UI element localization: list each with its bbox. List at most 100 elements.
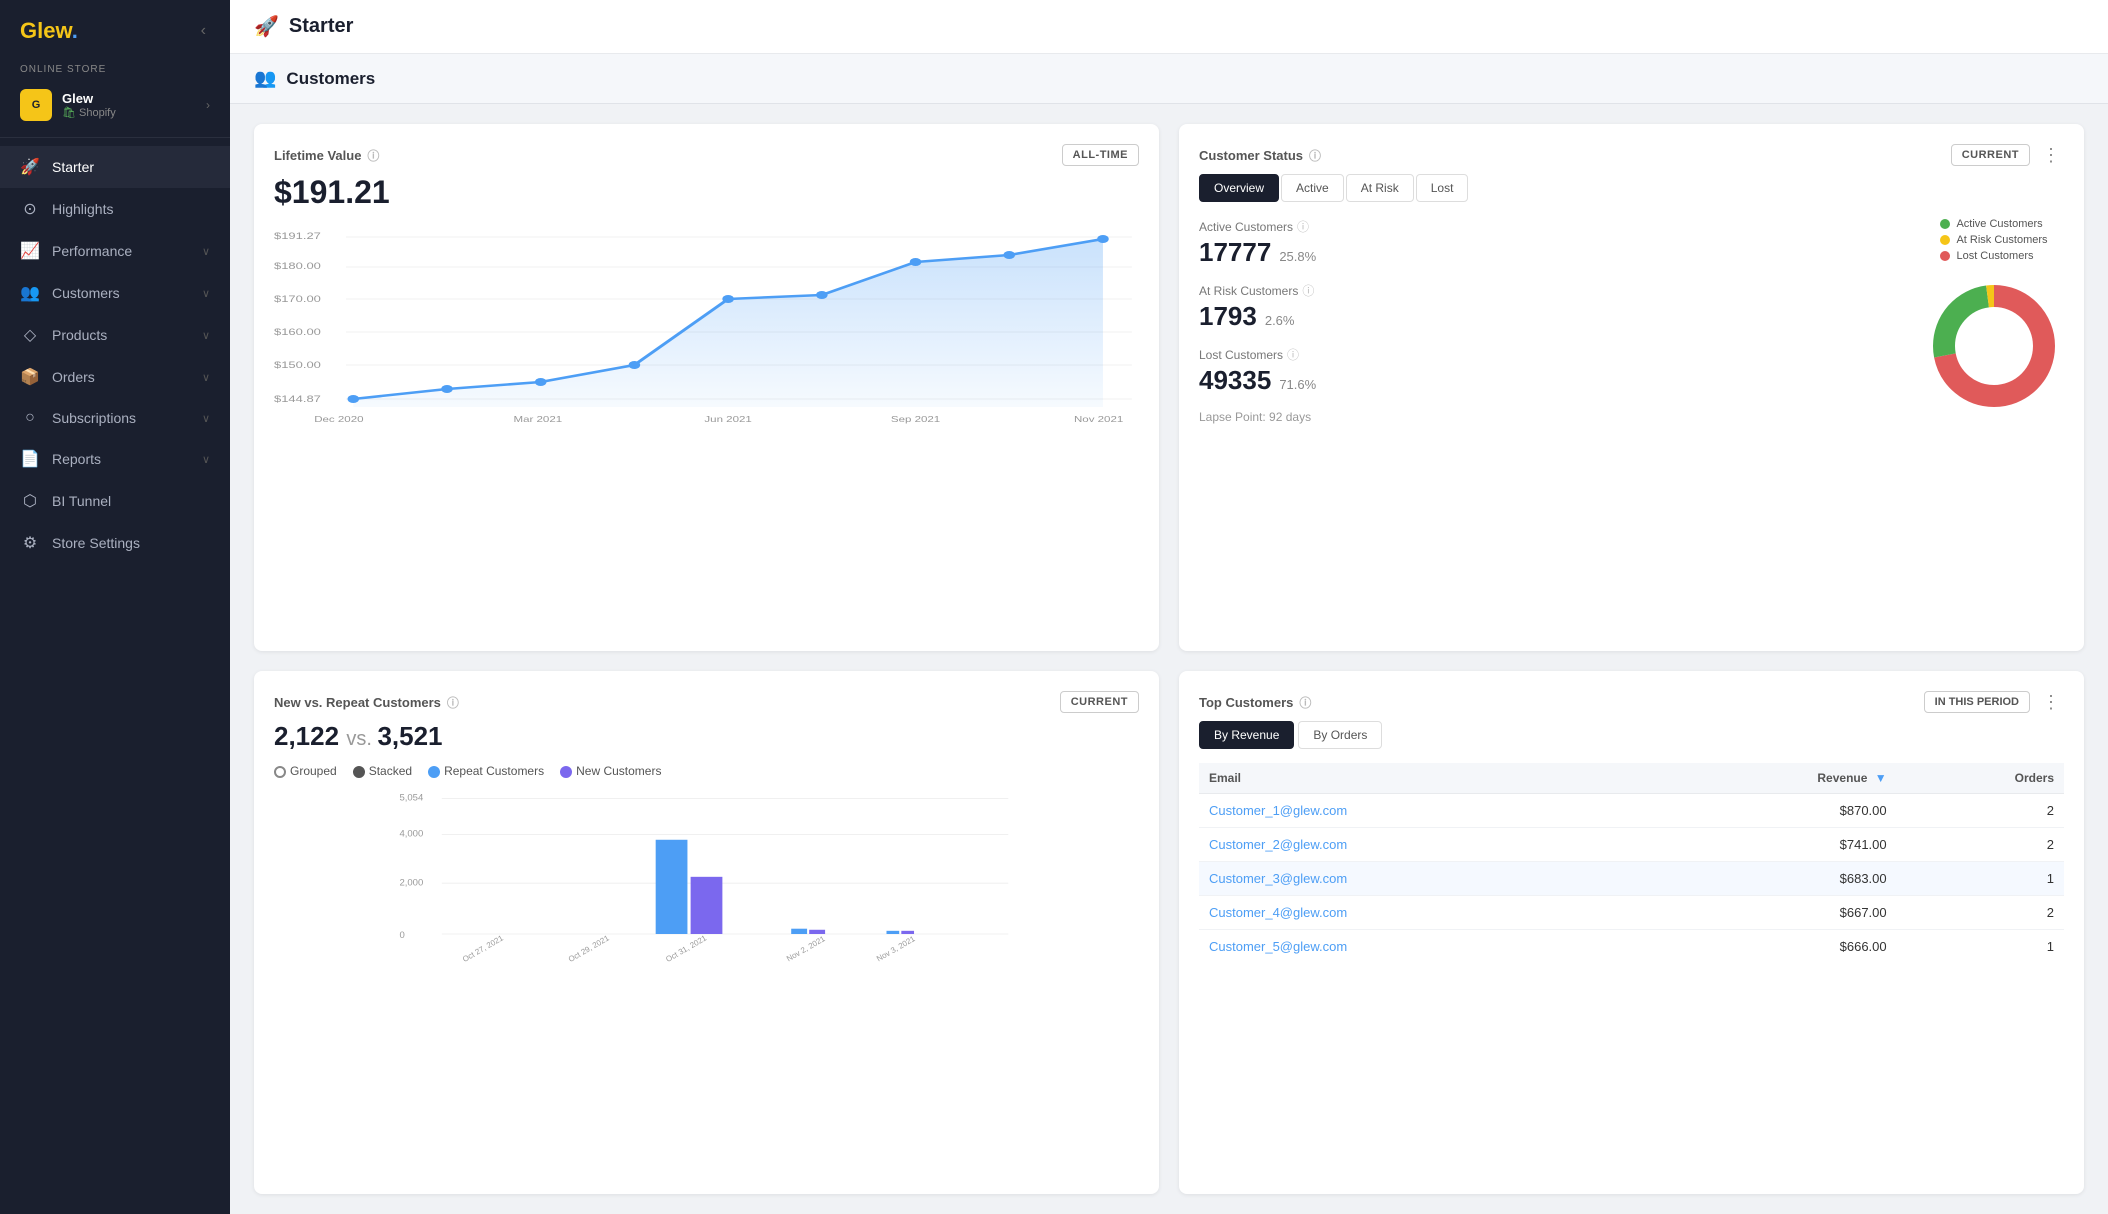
sidebar-item-label-bi-tunnel: BI Tunnel (52, 493, 111, 509)
store-account-info: G Glew 🛍 Shopify (20, 89, 116, 121)
status-card-title: Customer Status ⓘ (1199, 147, 1321, 164)
stacked-radio-icon[interactable] (353, 766, 365, 778)
sidebar-item-store-settings[interactable]: ⚙ Store Settings (0, 522, 230, 564)
svg-text:Oct 29, 2021: Oct 29, 2021 (567, 933, 611, 964)
store-account-selector[interactable]: G Glew 🛍 Shopify › (0, 81, 230, 129)
sidebar-item-products[interactable]: ◇ Products ∨ (0, 314, 230, 356)
subscriptions-icon: ○ (20, 409, 40, 427)
lost-info-icon[interactable]: ⓘ (1287, 346, 1299, 363)
page-header-title: Customers (286, 69, 375, 89)
subscriptions-chevron-icon: ∨ (202, 412, 210, 425)
sidebar-item-starter[interactable]: 🚀 Starter (0, 146, 230, 188)
customer-email-5[interactable]: Customer_5@glew.com (1209, 939, 1347, 954)
customer-email-1[interactable]: Customer_1@glew.com (1209, 803, 1347, 818)
status-content: Active Customers ⓘ 17777 25.8% At Risk C… (1199, 218, 2064, 424)
tc-more-button[interactable]: ⋮ (2038, 692, 2064, 713)
nvr-current-button[interactable]: CURRENT (1060, 691, 1139, 713)
status-card-header: Customer Status ⓘ CURRENT ⋮ (1199, 144, 2064, 166)
svg-text:Nov 2, 2021: Nov 2, 2021 (785, 934, 827, 963)
customer-email-4[interactable]: Customer_4@glew.com (1209, 905, 1347, 920)
legend-at-risk-dot (1940, 235, 1950, 245)
status-current-button[interactable]: CURRENT (1951, 144, 2030, 166)
starter-icon: 🚀 (20, 157, 40, 177)
sidebar-item-label-starter: Starter (52, 159, 94, 175)
table-row: Customer_5@glew.com $666.00 1 (1199, 930, 2064, 964)
customer-email-3[interactable]: Customer_3@glew.com (1209, 871, 1347, 886)
tc-tab-by-revenue[interactable]: By Revenue (1199, 721, 1294, 749)
sidebar-item-bi-tunnel[interactable]: ⬡ BI Tunnel (0, 480, 230, 522)
svg-text:Nov 2021: Nov 2021 (1074, 416, 1124, 425)
table-row: Customer_4@glew.com $667.00 2 (1199, 896, 2064, 930)
svg-text:$191.27: $191.27 (274, 232, 321, 242)
svg-text:Dec 2020: Dec 2020 (314, 416, 364, 425)
sidebar-item-performance[interactable]: 📈 Performance ∨ (0, 230, 230, 272)
app-logo: Glew. (20, 18, 78, 44)
customer-revenue-1: $870.00 (1645, 794, 1897, 828)
sidebar-collapse-button[interactable]: ‹ (197, 18, 210, 44)
customer-orders-2: 2 (1897, 828, 2064, 862)
active-info-icon[interactable]: ⓘ (1297, 218, 1309, 235)
products-chevron-icon: ∨ (202, 329, 210, 342)
sidebar-item-customers[interactable]: 👥 Customers ∨ (0, 272, 230, 314)
svg-text:$160.00: $160.00 (274, 328, 321, 338)
svg-text:Nov 3, 2021: Nov 3, 2021 (875, 934, 917, 963)
lost-customers-metric: Lost Customers ⓘ 49335 71.6% (1199, 346, 1908, 396)
nvr-bar-chart-svg: 5,054 4,000 2,000 0 (274, 790, 1139, 970)
svg-text:4,000: 4,000 (399, 829, 423, 840)
sidebar-item-label-highlights: Highlights (52, 201, 113, 217)
legend-lost: Lost Customers (1940, 250, 2047, 262)
products-icon: ◇ (20, 325, 40, 345)
active-customers-metric: Active Customers ⓘ 17777 25.8% (1199, 218, 1908, 268)
ltv-alltime-button[interactable]: ALL-TIME (1062, 144, 1139, 166)
nvr-value: 2,122 vs. 3,521 (274, 721, 1139, 752)
sidebar-divider (0, 137, 230, 138)
at-risk-info-icon[interactable]: ⓘ (1302, 282, 1314, 299)
bi-tunnel-icon: ⬡ (20, 491, 40, 511)
content-grid: Lifetime Value ⓘ ALL-TIME $191.21 $191.2… (230, 104, 2108, 1214)
svg-text:2,000: 2,000 (399, 877, 423, 888)
ltv-info-icon[interactable]: ⓘ (367, 147, 379, 164)
sidebar-item-reports[interactable]: 📄 Reports ∨ (0, 438, 230, 480)
sidebar-item-highlights[interactable]: ⊙ Highlights (0, 188, 230, 230)
sidebar: Glew. ‹ ONLINE STORE G Glew 🛍 Shopify › … (0, 0, 230, 1214)
revenue-column-header[interactable]: Revenue ▼ (1645, 763, 1897, 794)
svg-text:Mar 2021: Mar 2021 (514, 416, 563, 425)
customer-orders-4: 2 (1897, 896, 2064, 930)
legend-lost-dot (1940, 251, 1950, 261)
nvr-bar-chart: 5,054 4,000 2,000 0 (274, 790, 1139, 970)
email-column-header: Email (1199, 763, 1645, 794)
ltv-chart: $191.27 $180.00 $170.00 $160.00 $150.00 … (274, 227, 1139, 427)
svg-text:0: 0 (399, 930, 404, 941)
svg-text:Sep 2021: Sep 2021 (891, 416, 941, 425)
status-more-button[interactable]: ⋮ (2038, 145, 2064, 166)
svg-text:5,054: 5,054 (399, 793, 424, 804)
customer-status-card: Customer Status ⓘ CURRENT ⋮ Overview Act… (1179, 124, 2084, 651)
customers-icon: 👥 (20, 283, 40, 303)
svg-text:Oct 27, 2021: Oct 27, 2021 (461, 933, 505, 964)
donut-chart-area: Active Customers At Risk Customers Lost … (1924, 218, 2064, 424)
tc-info-icon[interactable]: ⓘ (1299, 694, 1311, 711)
sidebar-item-label-reports: Reports (52, 451, 101, 467)
status-tab-at-risk[interactable]: At Risk (1346, 174, 1414, 202)
revenue-sort-icon: ▼ (1875, 771, 1887, 785)
store-name: Glew (62, 91, 116, 106)
tc-card-header: Top Customers ⓘ IN THIS PERIOD ⋮ (1199, 691, 2064, 713)
status-tab-overview[interactable]: Overview (1199, 174, 1279, 202)
nvr-info-icon[interactable]: ⓘ (447, 694, 459, 711)
status-tab-active[interactable]: Active (1281, 174, 1344, 202)
customer-email-2[interactable]: Customer_2@glew.com (1209, 837, 1347, 852)
lifetime-value-card: Lifetime Value ⓘ ALL-TIME $191.21 $191.2… (254, 124, 1159, 651)
legend-active-dot (1940, 219, 1950, 229)
status-tab-lost[interactable]: Lost (1416, 174, 1469, 202)
sidebar-item-label-subscriptions: Subscriptions (52, 410, 136, 426)
grouped-radio-icon[interactable] (274, 766, 286, 778)
new-legend-dot (560, 766, 572, 778)
svg-text:$170.00: $170.00 (274, 295, 321, 305)
tc-period-button[interactable]: IN THIS PERIOD (1924, 691, 2030, 713)
sidebar-item-subscriptions[interactable]: ○ Subscriptions ∨ (0, 398, 230, 438)
sidebar-item-orders[interactable]: 📦 Orders ∨ (0, 356, 230, 398)
tc-tab-by-orders[interactable]: By Orders (1298, 721, 1382, 749)
status-info-icon[interactable]: ⓘ (1309, 147, 1321, 164)
topbar: 🚀 Starter (230, 0, 2108, 54)
repeat-legend-dot (428, 766, 440, 778)
